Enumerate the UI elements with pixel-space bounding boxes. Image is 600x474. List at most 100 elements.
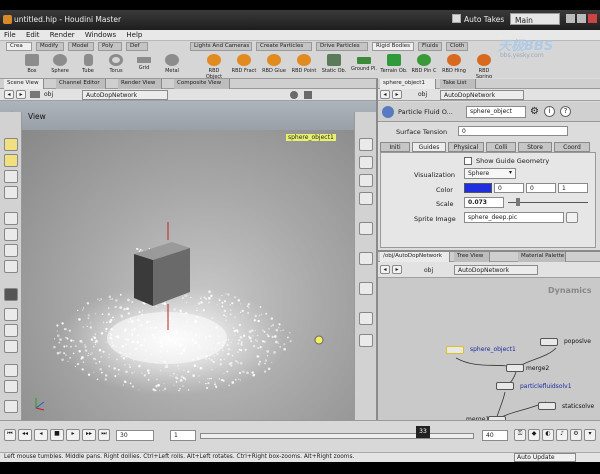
node-name-field[interactable]: sphere_object: [466, 106, 526, 118]
node-particlefluidsolver1[interactable]: [496, 382, 514, 390]
end-frame-field[interactable]: 40: [482, 430, 508, 441]
param-path-obj[interactable]: obj: [418, 91, 427, 98]
tool-torus[interactable]: Torus: [102, 53, 130, 79]
scale-slider-handle[interactable]: [516, 198, 520, 206]
maximize-button[interactable]: [577, 14, 586, 23]
key-icon[interactable]: ⚿: [514, 429, 526, 441]
display-option-1-icon[interactable]: [359, 138, 373, 151]
shelf-tab-fluids[interactable]: Fluids: [418, 42, 442, 51]
display-option-7-icon[interactable]: [359, 282, 373, 295]
rotate-tool-icon[interactable]: [4, 170, 18, 183]
node-merge2[interactable]: [506, 364, 524, 372]
play-reverse-icon[interactable]: ◂: [34, 429, 48, 441]
tool-terrain-object[interactable]: Terrain Ob.: [380, 53, 408, 79]
more-icon[interactable]: ▾: [584, 429, 596, 441]
forward-button[interactable]: ▸: [16, 90, 26, 99]
show-guide-checkbox[interactable]: [464, 157, 472, 165]
menu-render[interactable]: Render: [46, 30, 79, 40]
frame-marker[interactable]: 33: [416, 426, 430, 438]
step-back-icon[interactable]: ◂◂: [18, 429, 32, 441]
tool-rbd-point[interactable]: RBD Point: [290, 53, 318, 79]
tab-collisions[interactable]: Colli: [486, 142, 516, 152]
node-staticsolver[interactable]: [538, 402, 556, 410]
play-icon[interactable]: ▸: [66, 429, 80, 441]
tool-box[interactable]: Box: [18, 53, 46, 79]
tool-rbd-fracture[interactable]: RBD Fract: [230, 53, 258, 79]
tool-grid[interactable]: Grid: [130, 53, 158, 79]
shelf-tab-lights-cameras[interactable]: Lights And Cameras: [190, 42, 252, 51]
tool-rbd-object[interactable]: RBD Object: [200, 53, 228, 80]
menu-help[interactable]: Help: [122, 30, 146, 40]
menu-windows[interactable]: Windows: [81, 30, 120, 40]
shelf-tab-poly[interactable]: Poly: [98, 42, 122, 51]
shelf-tab-cloth[interactable]: Cloth: [446, 42, 468, 51]
display-option-9-icon[interactable]: [359, 334, 373, 347]
display-option-4-icon[interactable]: [359, 192, 373, 205]
display-option-8-icon[interactable]: [359, 312, 373, 325]
tool-metaball[interactable]: Metal: [158, 53, 186, 79]
realtime-icon[interactable]: ◐: [542, 429, 554, 441]
scale-tool-icon[interactable]: [4, 186, 18, 199]
tab-store[interactable]: Store: [518, 142, 552, 152]
3d-viewport[interactable]: sphere_object1: [22, 130, 354, 420]
display-option-3-icon[interactable]: [359, 174, 373, 187]
tab-take-list[interactable]: Take List: [440, 79, 476, 89]
timeline-track[interactable]: [200, 433, 474, 439]
tool-ground-plane[interactable]: Ground Pl.: [350, 53, 378, 79]
shelf-tab-create[interactable]: Crea: [6, 42, 32, 51]
tab-render-view[interactable]: Render View: [118, 79, 162, 89]
handle-marker[interactable]: [314, 335, 324, 345]
tab-physical[interactable]: Physical: [448, 142, 484, 152]
tab-channel-editor[interactable]: Channel Editor: [56, 79, 106, 89]
tab-guides[interactable]: Guides: [412, 142, 446, 152]
start-frame-field[interactable]: 1: [170, 430, 196, 441]
help-icon[interactable]: ?: [560, 106, 571, 117]
tab-scene-view[interactable]: Scene View: [4, 79, 44, 89]
settings-icon[interactable]: ⚙: [570, 429, 582, 441]
back-button[interactable]: ◂: [4, 90, 14, 99]
tool-tube[interactable]: Tube: [74, 53, 102, 79]
view-tool-icon[interactable]: [4, 288, 18, 301]
surface-tension-field[interactable]: 0: [458, 126, 568, 136]
display-option-5-icon[interactable]: [359, 222, 373, 235]
file-browse-button[interactable]: [566, 212, 578, 223]
shelf-tab-drive-particles[interactable]: Drive Particles: [316, 42, 368, 51]
shelf-tab-rigid-bodies[interactable]: Rigid Bodies: [372, 42, 414, 51]
options-tool-icon[interactable]: [4, 400, 18, 413]
node-sphere-object1[interactable]: [446, 346, 464, 354]
tab-coords[interactable]: Coord: [554, 142, 590, 152]
color-g-field[interactable]: 0: [526, 183, 556, 193]
tool-rbd-spring[interactable]: RBD Spring: [470, 53, 498, 80]
display-tool-icon[interactable]: [4, 380, 18, 393]
render-tool-icon[interactable]: [4, 364, 18, 377]
tool-rbd-pin[interactable]: RBD Pin C: [410, 53, 438, 79]
sprite-image-field[interactable]: sphere_deep.pic: [464, 212, 564, 223]
scene-network-path[interactable]: AutoDopNetwork: [82, 90, 168, 100]
tool-rbd-hinge[interactable]: RBD Hing: [440, 53, 468, 79]
display-option-6-icon[interactable]: [359, 252, 373, 265]
color-r-field[interactable]: 0: [494, 183, 524, 193]
tool-rbd-glue[interactable]: RBD Glue: [260, 53, 288, 79]
sound-icon[interactable]: ♪: [556, 429, 568, 441]
tab-initial[interactable]: Initi: [380, 142, 410, 152]
select-tool-icon[interactable]: [4, 138, 18, 151]
handle-tool-icon[interactable]: [4, 212, 18, 225]
snap-tool-icon[interactable]: [4, 244, 18, 257]
step-forward-icon[interactable]: ▸▸: [82, 429, 96, 441]
brush-tool-icon[interactable]: [4, 308, 18, 321]
shelf-tab-model[interactable]: Model: [68, 42, 94, 51]
shelf-tab-modify[interactable]: Modify: [36, 42, 64, 51]
tab-sphere-object1[interactable]: sphere_object1: [380, 79, 436, 89]
tool-static-object[interactable]: Static Ob.: [320, 53, 348, 79]
minimize-button[interactable]: [566, 14, 575, 23]
param-network-path[interactable]: AutoDopNetwork: [440, 90, 524, 100]
display-option-2-icon[interactable]: [359, 156, 373, 169]
shelf-tab-deform[interactable]: Def: [126, 42, 148, 51]
paint-tool-icon[interactable]: [4, 260, 18, 273]
info-icon[interactable]: i: [544, 106, 555, 117]
color-swatch[interactable]: [464, 183, 492, 193]
color-b-field[interactable]: 1: [558, 183, 588, 193]
param-forward-button[interactable]: ▸: [392, 90, 402, 99]
scene-path-obj[interactable]: obj: [44, 91, 53, 98]
desktop-select[interactable]: Main: [510, 13, 560, 25]
